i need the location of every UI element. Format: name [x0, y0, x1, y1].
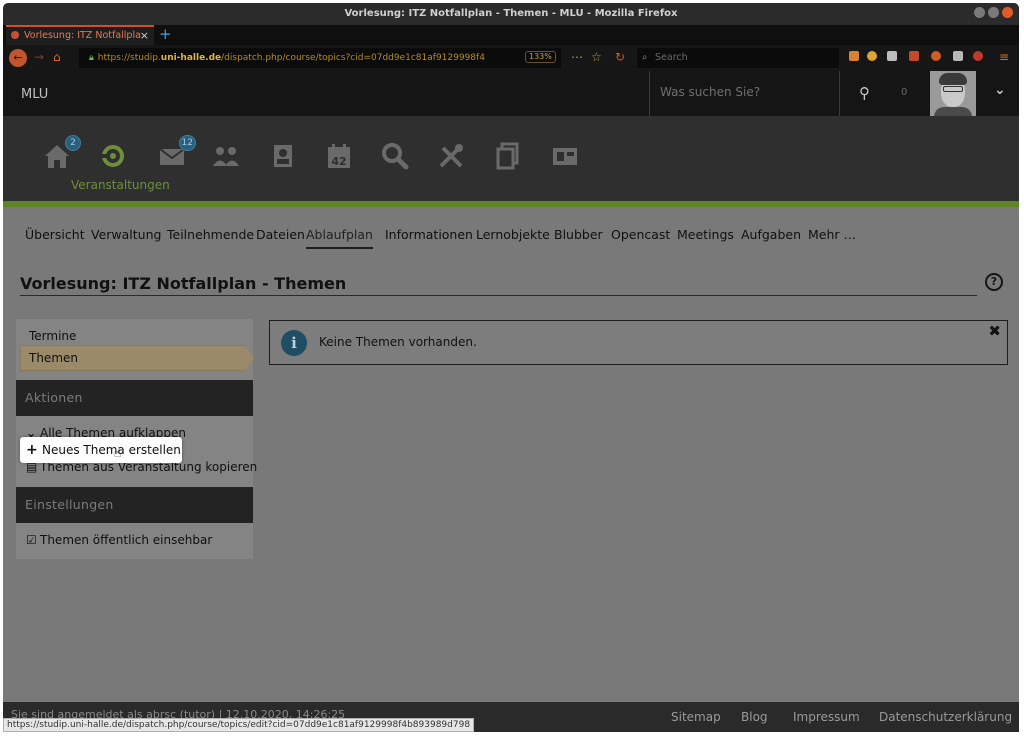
chevron-down-icon[interactable]: ⌄	[994, 82, 1006, 98]
nav-community[interactable]	[210, 140, 242, 172]
tab-opencast[interactable]: Opencast	[611, 227, 670, 242]
notification-counter[interactable]: 0	[901, 87, 907, 98]
tab-lernobjekte[interactable]: Lernobjekte	[476, 227, 550, 242]
link-status-bar: https://studip.uni-halle.de/dispatch.php…	[3, 718, 475, 732]
tab-aufgaben[interactable]: Aufgaben	[741, 227, 801, 242]
files-icon	[496, 142, 519, 170]
reload-icon[interactable]: ↻	[615, 50, 625, 64]
info-message: i Keine Themen vorhanden. ✖	[269, 320, 1008, 365]
nav-search[interactable]	[379, 140, 411, 172]
info-message-text: Keine Themen vorhanden.	[319, 335, 477, 349]
extension-box-icon[interactable]	[909, 51, 919, 61]
window-titlebar: Vorlesung: ITZ Notfallplan - Themen - ML…	[3, 3, 1019, 25]
sidebar-item-termine[interactable]: Termine	[29, 329, 76, 343]
favicon-icon	[11, 31, 19, 39]
sidebar-item-themen[interactable]: Themen	[20, 345, 246, 371]
site-header: MLU Was suchen Sie? ⚲ 0 ⌄	[3, 71, 1019, 116]
footer-link-sitemap[interactable]: Sitemap	[671, 710, 721, 724]
nav-courses[interactable]	[97, 140, 129, 172]
extension-grid-icon[interactable]	[887, 51, 897, 61]
nav-profile[interactable]	[267, 140, 299, 172]
tab-dateien[interactable]: Dateien	[256, 227, 305, 242]
forward-icon[interactable]: →	[34, 50, 44, 64]
browser-tab[interactable]: Vorlesung: ITZ Notfallpla ×	[6, 25, 154, 45]
help-icon[interactable]: ?	[985, 273, 1003, 291]
public-topics-checkbox[interactable]: ☑ Themen öffentlich einsehbar	[26, 533, 212, 547]
window-title: Vorlesung: ITZ Notfallplan - Themen - ML…	[344, 8, 678, 19]
browser-navbar: ← → ⌂ 🔒︎ https://studip.uni-halle.de/disp…	[3, 45, 1019, 71]
zoom-level[interactable]: 133%	[525, 51, 556, 63]
hamburger-menu-icon[interactable]: ≡	[999, 50, 1009, 64]
page-actions-icon[interactable]: ⋯	[571, 50, 583, 64]
tab-mehr[interactable]: Mehr …	[808, 227, 856, 242]
course-tabs: Übersicht Verwaltung Teilnehmende Dateie…	[3, 207, 1019, 259]
tab-verwaltung[interactable]: Verwaltung	[91, 227, 161, 242]
browser-search-input[interactable]: ⌕ Search	[637, 48, 839, 68]
extension-gear-icon[interactable]	[867, 51, 877, 61]
tools-icon	[439, 144, 463, 168]
maximize-icon[interactable]	[988, 7, 999, 18]
footer-link-blog[interactable]: Blog	[741, 710, 768, 724]
extension-wrench-icon[interactable]	[849, 51, 859, 61]
nav-tools[interactable]	[435, 140, 467, 172]
nav-start[interactable]: 2	[41, 135, 81, 172]
nav-schedule[interactable]: 42	[323, 140, 355, 172]
tab-uebersicht[interactable]: Übersicht	[25, 227, 85, 242]
tab-close-icon[interactable]: ×	[140, 27, 149, 44]
hand-cursor-icon: ☝	[114, 446, 122, 460]
window-controls	[974, 7, 1013, 18]
nav-messages[interactable]: 12	[156, 135, 196, 172]
home-icon[interactable]: ⌂	[53, 50, 61, 64]
main-navigation: 2 12 42 Veranstaltungen	[3, 116, 1019, 201]
close-icon[interactable]: ✖	[988, 322, 1001, 340]
back-icon[interactable]: ←	[9, 49, 27, 67]
calendar-icon: 42	[328, 144, 350, 168]
footer-link-privacy[interactable]: Datenschutzerklärung	[879, 710, 1012, 724]
tab-title: Vorlesung: ITZ Notfallpla	[24, 30, 141, 41]
new-topic-action[interactable]: + Neues Thema erstellen	[20, 437, 182, 463]
tab-blubber[interactable]: Blubber	[554, 227, 603, 242]
admin-icon	[553, 148, 577, 165]
site-name[interactable]: MLU	[21, 87, 48, 102]
sidebar-heading-settings: Einstellungen	[16, 487, 253, 523]
sidebar-active-arrow	[245, 345, 254, 371]
tab-ablaufplan[interactable]: Ablaufplan	[306, 227, 373, 249]
search-icon	[382, 143, 409, 170]
courses-icon	[101, 145, 124, 167]
minimize-icon[interactable]	[974, 7, 985, 18]
page-title: Vorlesung: ITZ Notfallplan - Themen	[20, 274, 977, 296]
lock-icon: 🔒︎	[89, 53, 94, 63]
extension-cloud-icon[interactable]	[953, 51, 963, 61]
search-icon: ⌕	[642, 52, 648, 63]
messages-badge: 12	[178, 135, 196, 151]
site-search-icon[interactable]: ⚲	[859, 84, 870, 102]
info-icon: i	[281, 330, 307, 356]
extension-adblock-icon[interactable]	[973, 51, 983, 61]
tab-informationen[interactable]: Informationen	[385, 227, 473, 242]
home-badge: 2	[65, 135, 81, 151]
new-tab-icon[interactable]: +	[159, 25, 172, 43]
extension-ublock-icon[interactable]	[931, 51, 941, 61]
avatar[interactable]	[930, 71, 976, 116]
plus-icon: +	[26, 442, 38, 458]
nav-files[interactable]	[493, 140, 525, 172]
sidebar-heading-actions: Aktionen	[16, 380, 253, 416]
footer-link-impressum[interactable]: Impressum	[793, 710, 860, 724]
nav-active-label: Veranstaltungen	[71, 178, 170, 192]
window-close-icon[interactable]	[1002, 7, 1013, 18]
profile-icon	[274, 145, 292, 167]
tab-strip: Vorlesung: ITZ Notfallpla × +	[3, 25, 1019, 45]
svg-text:42: 42	[331, 155, 346, 168]
checkbox-checked-icon: ☑	[26, 533, 37, 547]
url-bar[interactable]: 🔒︎ https://studip.uni-halle.de/dispatch.p…	[79, 48, 561, 68]
tab-meetings[interactable]: Meetings	[677, 227, 734, 242]
tab-teilnehmende[interactable]: Teilnehmende	[167, 227, 254, 242]
community-icon	[213, 147, 239, 166]
bookmark-star-icon[interactable]: ☆	[591, 50, 602, 64]
site-search-input[interactable]: Was suchen Sie?	[649, 71, 840, 116]
nav-admin[interactable]	[549, 140, 581, 172]
